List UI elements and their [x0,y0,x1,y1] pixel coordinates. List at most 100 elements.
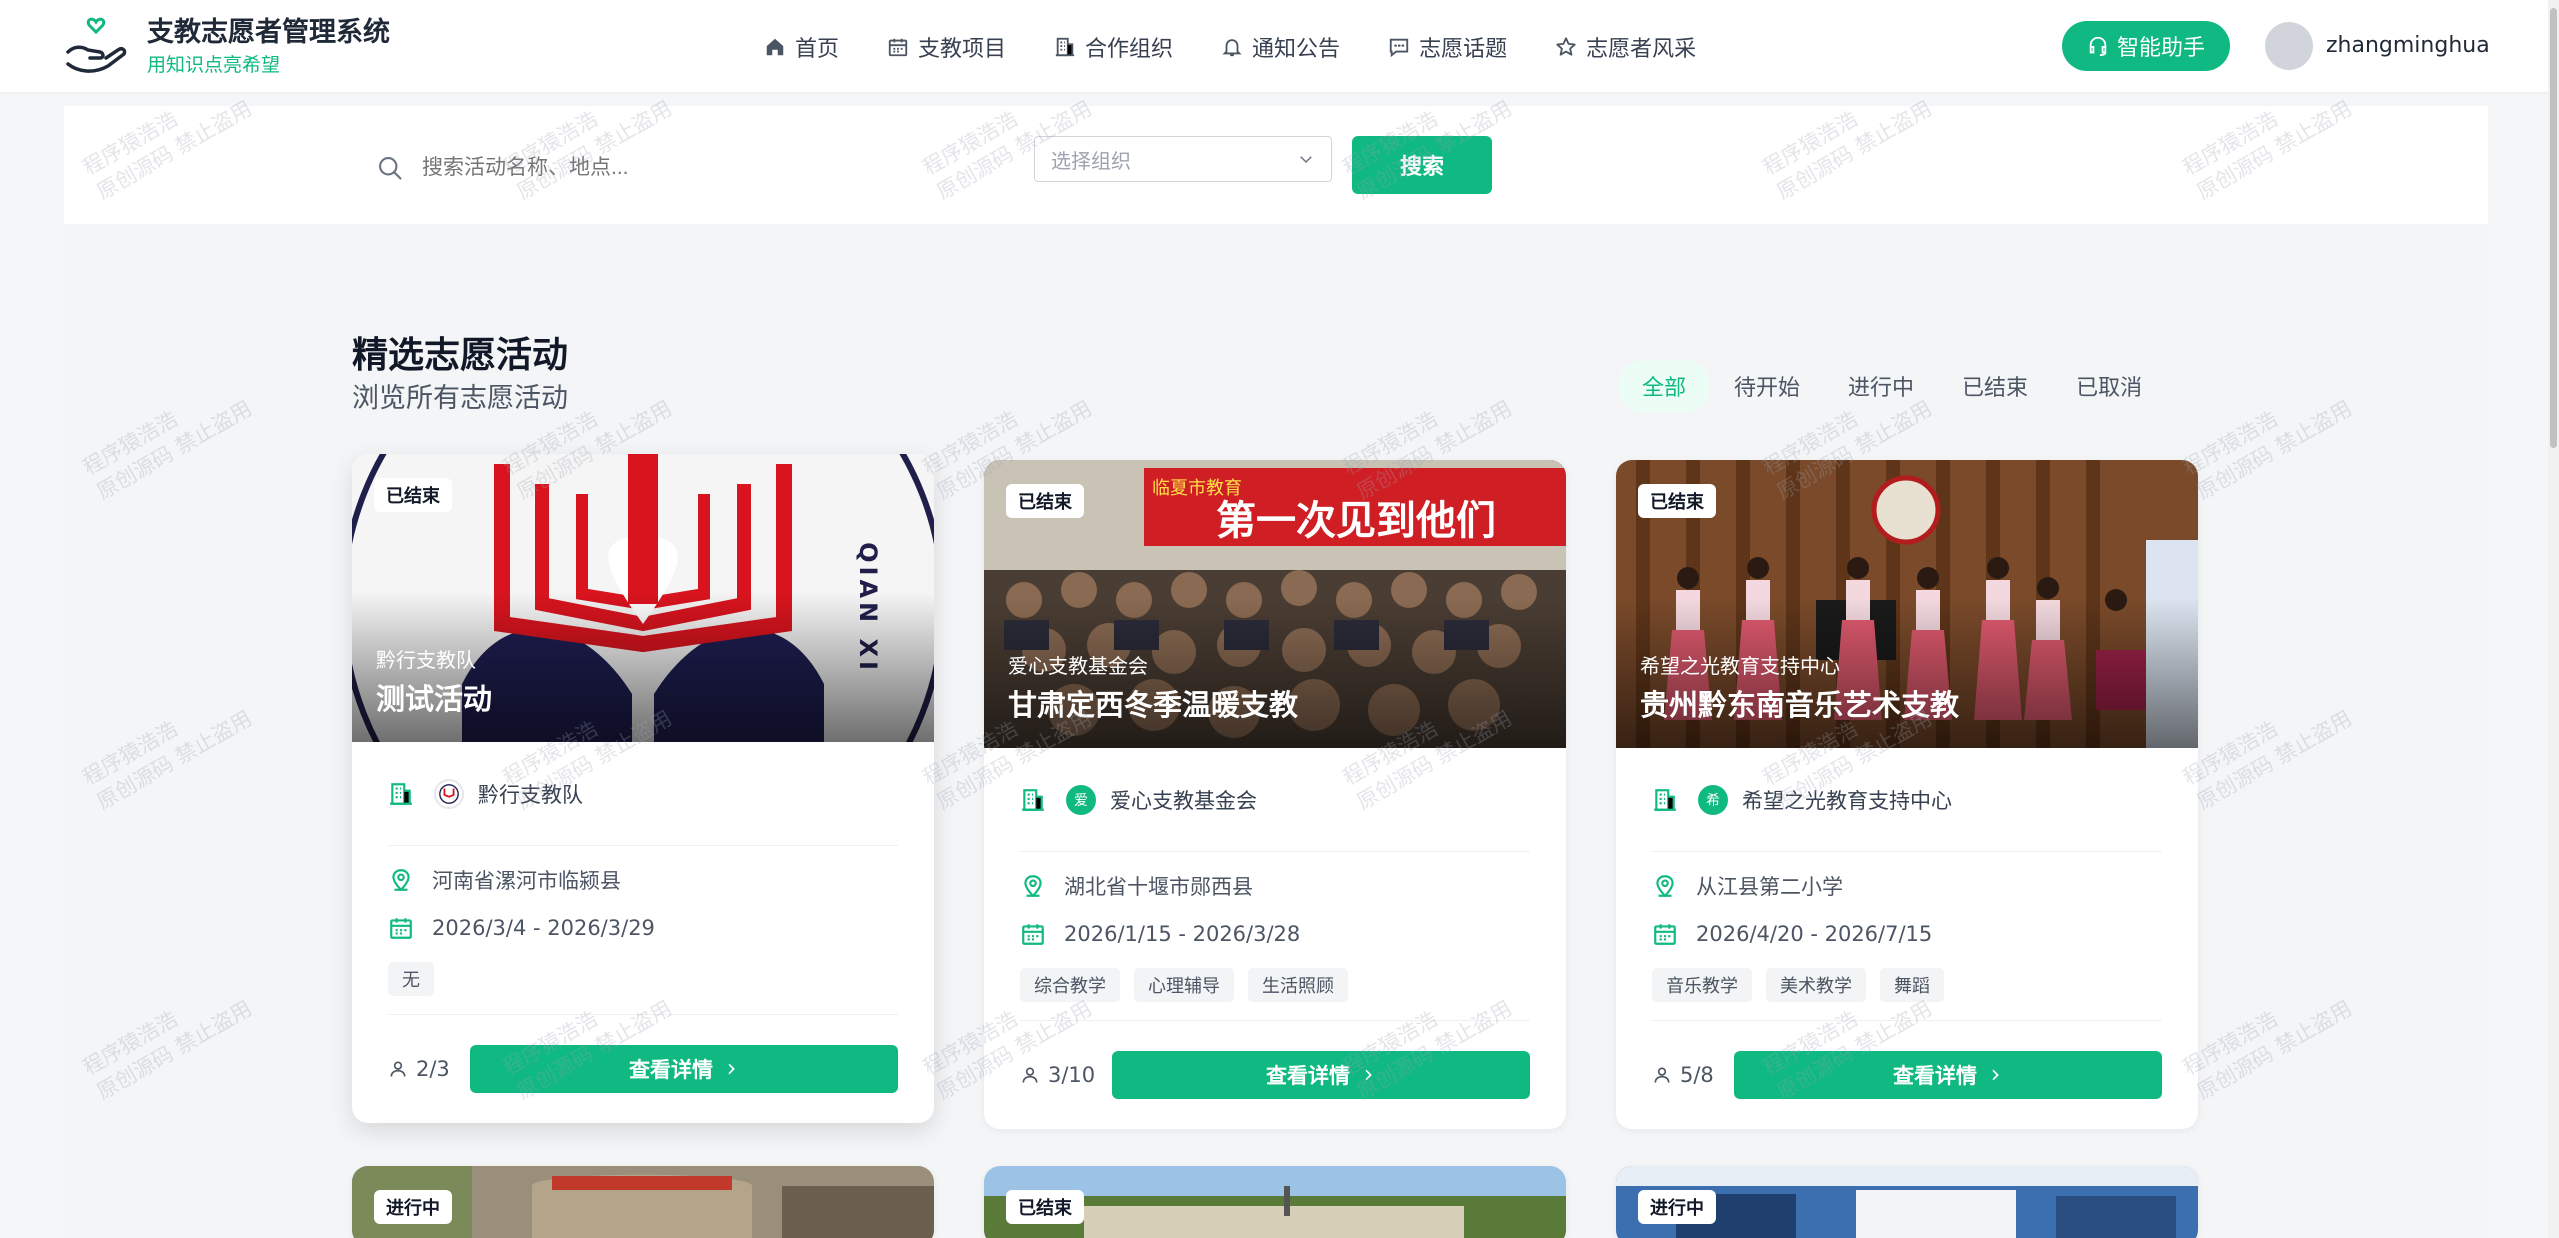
tag-list: 综合教学 心理辅导 生活照顾 [1020,958,1530,1021]
participant-count: 5/8 [1652,1063,1734,1087]
location-pin-icon [392,869,410,892]
location-pin-icon [1656,875,1674,898]
bell-icon [1222,39,1242,57]
chevron-right-icon [728,1063,735,1075]
date-text: 2026/3/4 - 2026/3/29 [432,916,655,940]
hand-heart-logo-icon [66,17,127,73]
activity-card[interactable]: 已结束 [984,1166,1566,1238]
location-row: 湖北省十堰市郧西县 [1020,862,1530,910]
status-badge: 进行中 [1638,1190,1716,1224]
tag-list: 无 [388,952,898,1015]
assistant-label: 智能助手 [2116,36,2205,61]
filter-cancelled[interactable]: 已取消 [2052,360,2166,412]
brand-title: 支教志愿者管理系统 [147,17,390,48]
card-footer: 2/3 查看详情 [388,1015,898,1123]
date-row: 2026/3/4 - 2026/3/29 [388,904,898,952]
activity-card[interactable]: 进行中 [352,1166,934,1238]
tag: 生活照顾 [1248,968,1348,1002]
status-filters: 全部 待开始 进行中 已结束 已取消 [1618,360,2166,412]
avatar[interactable] [2265,22,2313,70]
nav-projects[interactable]: 支教项目 [887,30,1006,64]
activity-image: 已结束 希望之光教育支持中心 贵州黔东南音乐艺术支教 [1616,460,2198,748]
search-button[interactable]: 搜索 [1352,136,1492,194]
card-body: 黔行支教队 河南省漯河市临颍县 2026/3/4 - 2026/3/29 无 2… [352,742,934,1123]
nav-organizations[interactable]: 合作组织 [1054,30,1173,64]
calendar-icon [1022,924,1044,945]
org-logo-icon [434,778,464,809]
image-org-name: 爱心支教基金会 [1008,654,1148,678]
nav-notices[interactable]: 通知公告 [1221,30,1340,64]
tag: 综合教学 [1020,968,1120,1002]
view-details-button[interactable]: 查看详情 [1734,1051,2162,1099]
chevron-down-icon [1300,156,1312,164]
date-text: 2026/4/20 - 2026/7/15 [1696,922,1933,946]
count-text: 3/10 [1048,1063,1096,1087]
activity-image: QIAN XI 已结束 黔行支教队 测试活动 [352,454,934,742]
date-text: 2026/1/15 - 2026/3/28 [1064,922,1301,946]
activity-image: 已结束 [984,1166,1566,1238]
building-icon [1022,788,1044,811]
user-icon [1654,1067,1670,1083]
chat-icon [1389,38,1409,58]
org-row: 希 希望之光教育支持中心 [1652,748,2162,852]
participant-count: 2/3 [388,1057,470,1081]
activity-image: 临夏市教育 第一次见到他们 已结束 爱心支教基金会 甘肃定西冬季温暖支教 [984,460,1566,748]
activity-card[interactable]: 临夏市教育 第一次见到他们 已结束 爱心支教基金会 甘肃定西冬季温暖支教 爱 爱… [984,460,1566,1129]
date-row: 2026/4/20 - 2026/7/15 [1652,910,2162,958]
banner-text: 第一次见到他们 [1216,498,1496,544]
activity-title: 贵州黔东南音乐艺术支教 [1640,688,1960,722]
status-badge: 进行中 [374,1190,452,1224]
location-text: 河南省漯河市临颍县 [432,869,621,893]
search-icon [379,157,402,180]
org-name: 希望之光教育支持中心 [1742,788,1952,813]
tag: 音乐教学 [1652,968,1752,1002]
search-input[interactable] [422,156,922,180]
tag: 舞蹈 [1880,968,1944,1002]
activity-image: 进行中 [1616,1166,2198,1238]
org-logo-icon: 希 [1698,784,1728,815]
nav-volunteers[interactable]: 志愿者风采 [1555,30,1696,64]
participant-count: 3/10 [1020,1063,1112,1087]
scrollbar-thumb[interactable] [2550,8,2557,448]
nav-home[interactable]: 首页 [764,30,839,64]
location-text: 从江县第二小学 [1696,875,1843,899]
card-footer: 3/10 查看详情 [1020,1021,1530,1129]
calendar-icon [1654,924,1676,945]
image-org-name: 黔行支教队 [376,648,476,672]
org-select[interactable]: 选择组织 [1034,136,1332,182]
filter-all[interactable]: 全部 [1618,360,1711,412]
view-details-button[interactable]: 查看详情 [1112,1051,1530,1099]
calendar-icon [888,38,908,57]
brand-subtitle: 用知识点亮希望 [147,54,281,76]
nav-topics[interactable]: 志愿话题 [1388,30,1507,64]
activity-card[interactable]: 进行中 [1616,1166,2198,1238]
activity-card[interactable]: 已结束 希望之光教育支持中心 贵州黔东南音乐艺术支教 希 希望之光教育支持中心 … [1616,460,2198,1129]
section-subtitle: 浏览所有志愿活动 [352,383,568,414]
view-details-button[interactable]: 查看详情 [470,1045,898,1093]
username[interactable]: zhangminghua [2326,33,2490,58]
tag: 美术教学 [1766,968,1866,1002]
org-row: 黔行支教队 [388,742,898,846]
chevron-right-icon [1992,1069,1999,1081]
search-bar: 选择组织 搜索 [64,106,2488,224]
status-badge: 已结束 [1006,484,1084,518]
home-icon [766,38,784,56]
section-title: 精选志愿活动 [352,335,569,376]
brand[interactable]: 支教志愿者管理系统 用知识点亮希望 [147,16,390,77]
view-details-label: 查看详情 [629,1058,713,1082]
filter-ongoing[interactable]: 进行中 [1824,360,1938,412]
date-row: 2026/1/15 - 2026/3/28 [1020,910,1530,958]
filter-upcoming[interactable]: 待开始 [1710,360,1824,412]
tag: 心理辅导 [1134,968,1234,1002]
activity-card[interactable]: QIAN XI 已结束 黔行支教队 测试活动 黔行支教队 河南省漯河市临颍县 2… [352,454,934,1123]
org-row: 爱 爱心支教基金会 [1020,748,1530,852]
filter-ended[interactable]: 已结束 [1938,360,2052,412]
search-field[interactable] [376,146,1076,190]
assistant-button[interactable]: 智能助手 [2062,21,2230,71]
location-pin-icon [1024,875,1042,898]
user-icon [390,1061,406,1077]
count-text: 2/3 [416,1057,450,1081]
activity-title: 甘肃定西冬季温暖支教 [1008,688,1299,722]
org-name: 爱心支教基金会 [1110,788,1257,813]
card-footer: 5/8 查看详情 [1652,1021,2162,1129]
